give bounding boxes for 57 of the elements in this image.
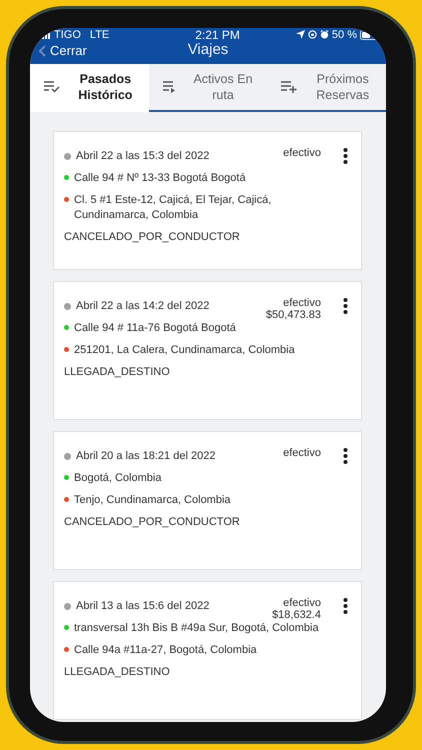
origin-address: Calle 94 # Nº 13-33 Bogotá Bogotá — [74, 171, 246, 186]
location-icon — [296, 30, 305, 39]
list-play-icon — [162, 81, 177, 93]
list-check-icon — [44, 81, 60, 93]
trip-card[interactable]: Abril 20 a las 18:21 del 2022 Bogotá, Colombia Tenjo, Cundinamarca, Colombia CANCELADO_POR_CONDUCTOR efectivo — [53, 431, 362, 570]
more-options-icon[interactable] — [343, 148, 348, 164]
signal-icon — [42, 30, 50, 38]
status-dot — [64, 603, 71, 610]
trip-amount: $18,632.4 — [272, 610, 321, 621]
more-options-icon[interactable] — [343, 598, 348, 614]
trip-date: Abril 22 a las 15:3 del 2022 — [76, 149, 210, 164]
destination-dot — [64, 497, 69, 502]
destination-dot — [64, 647, 69, 652]
battery-percent: 50 % — [332, 28, 357, 40]
payment-method: efectivo — [283, 598, 321, 610]
destination-address: Cl. 5 #1 Este-12, Cajicá, El Tejar, Cajicá, Cundinamarca, Colombia — [74, 193, 272, 223]
destination-dot — [64, 197, 69, 202]
payment-method: efectivo — [283, 148, 321, 160]
tab[interactable]: Pasados Histórico — [30, 64, 149, 112]
trip-date: Abril 13 a las 15:6 del 2022 — [76, 599, 210, 614]
origin-dot — [64, 175, 69, 180]
destination-dot — [64, 347, 69, 352]
trip-status: CANCELADO_POR_CONDUCTOR — [64, 515, 241, 530]
status-dot — [64, 303, 71, 310]
payment-method: efectivo — [283, 448, 321, 460]
rotation-lock-icon — [308, 30, 317, 39]
origin-dot — [64, 625, 69, 630]
destination-address: 251201, La Calera, Cundinamarca, Colombia — [74, 343, 295, 358]
trip-date: Abril 20 a las 18:21 del 2022 — [76, 449, 216, 464]
trip-status: CANCELADO_POR_CONDUCTOR — [64, 230, 241, 245]
origin-address: Bogotá, Colombia — [74, 471, 162, 486]
origin-dot — [64, 325, 69, 330]
destination-address: Tenjo, Cundinamarca, Colombia — [74, 493, 231, 508]
network-type: LTE — [90, 28, 110, 40]
screen-title: Viajes — [188, 41, 228, 58]
trip-date: Abril 22 a las 14:2 del 2022 — [76, 299, 210, 314]
payment-method: efectivo — [283, 298, 321, 310]
alarm-icon — [320, 30, 329, 39]
carrier-name: TIGO — [54, 28, 81, 40]
list-add-icon — [281, 81, 298, 93]
trip-amount: $50,473.83 — [266, 310, 321, 321]
destination-address: Calle 94a #11a-27, Bogotá, Colombia — [74, 643, 257, 658]
more-options-icon[interactable] — [343, 448, 348, 464]
clock-time: 2:21 PM — [195, 28, 240, 42]
trip-card[interactable]: Abril 22 a las 14:2 del 2022 Calle 94 # 11a-76 Bogotá Bogotá 251201, La Calera, Cundinamarca, Colombia LLEGADA_DESTINO efectivo $50,473.83 — [53, 281, 362, 420]
origin-address: transversal 13h Bis B #49a Sur, Bogotá, Colombia — [74, 621, 319, 636]
status-dot — [64, 153, 71, 160]
origin-dot — [64, 475, 69, 480]
trip-status: LLEGADA_DESTINO — [64, 665, 171, 680]
tab[interactable]: Próximos Reservas — [267, 64, 386, 112]
origin-address: Calle 94 # 11a-76 Bogotá Bogotá — [74, 321, 236, 336]
trip-card[interactable]: Abril 13 a las 15:6 del 2022 transversal 13h Bis B #49a Sur, Bogotá, Colombia Calle 94a #11a-27, Bogotá, Colombia LLEGADA_DESTINO efectivo $18,632.4 — [53, 581, 362, 720]
more-options-icon[interactable] — [343, 298, 348, 314]
status-dot — [64, 453, 71, 460]
back-button[interactable]: Cerrar — [30, 43, 87, 58]
trip-card[interactable]: Abril 22 a las 15:3 del 2022 Calle 94 # Nº 13-33 Bogotá Bogotá Cl. 5 #1 Este-12, Cajicá, El Tejar, Cajicá, Cundinamarca, Colombia CANCELADO_POR_CONDUCTOR efectivo — [53, 131, 362, 270]
trip-status: LLEGADA_DESTINO — [64, 365, 171, 380]
